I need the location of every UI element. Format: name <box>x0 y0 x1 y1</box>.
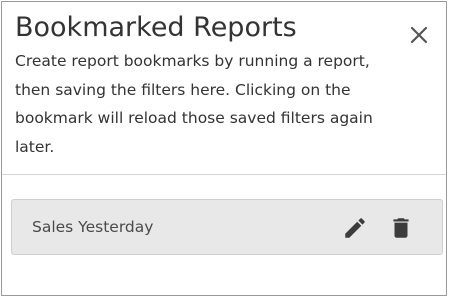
close-button[interactable] <box>408 24 430 46</box>
bookmark-item[interactable]: Sales Yesterday <box>11 199 443 255</box>
pencil-icon <box>345 218 365 238</box>
trash-icon <box>393 218 409 238</box>
edit-bookmark-button[interactable] <box>342 215 368 241</box>
divider <box>2 174 446 175</box>
close-icon <box>410 26 428 44</box>
bookmark-label[interactable]: Sales Yesterday <box>32 216 153 238</box>
bookmarked-reports-dialog: Bookmarked Reports Create report bookmar… <box>1 1 447 296</box>
dialog-description: Create report bookmarks by running a rep… <box>15 52 373 156</box>
dialog-header: Bookmarked Reports <box>15 11 433 45</box>
delete-bookmark-button[interactable] <box>388 215 414 241</box>
dialog-title: Bookmarked Reports <box>15 12 297 43</box>
